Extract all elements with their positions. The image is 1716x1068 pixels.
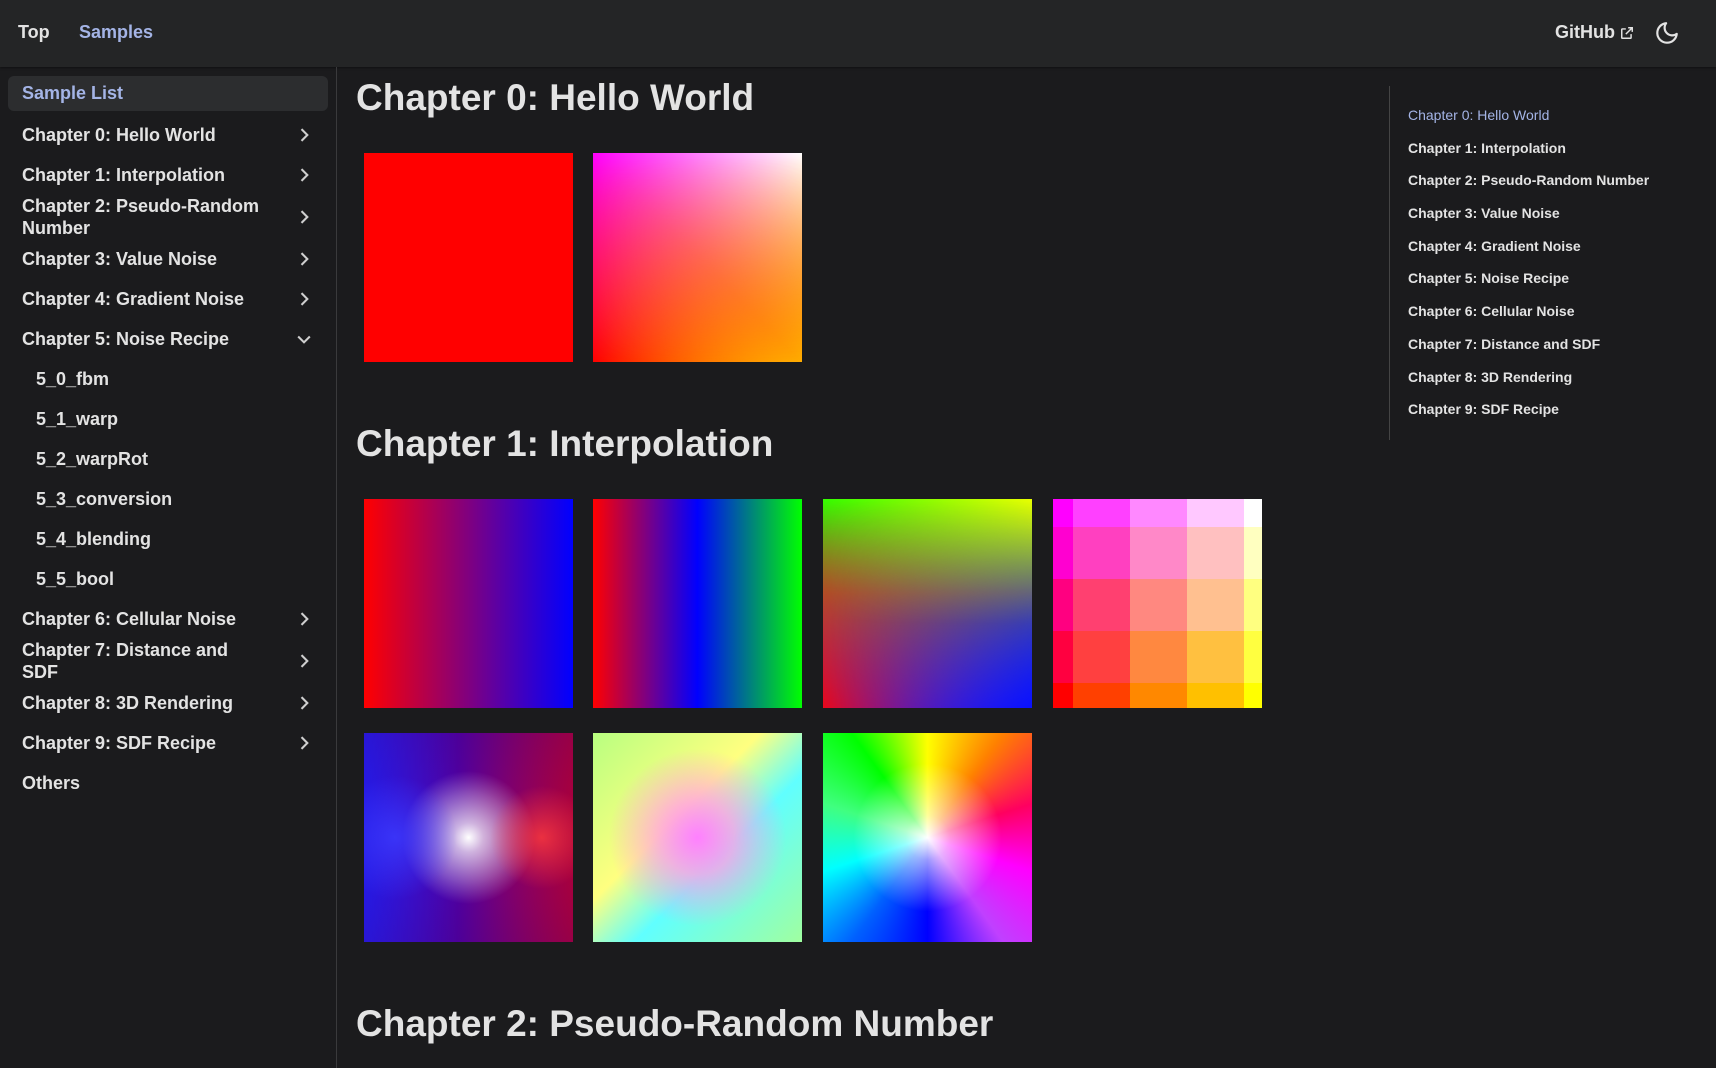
- sidebar-item-chapter-4[interactable]: Chapter 4: Gradient Noise: [8, 279, 328, 319]
- sidebar-item-label: Chapter 3: Value Noise: [22, 249, 218, 269]
- sidebar-subitem-5-4[interactable]: 5_4_blending: [8, 519, 328, 559]
- tile-overlay: [823, 499, 1032, 708]
- toc-item-chapter-7[interactable]: Chapter 7: Distance and SDF: [1408, 335, 1709, 368]
- sidebar-item-chapter-5[interactable]: Chapter 5: Noise Recipe: [8, 319, 328, 359]
- sidebar-item-label: Chapter 7: Distance and SDF: [22, 640, 229, 682]
- sample-tile-0-0[interactable]: [364, 153, 573, 362]
- sidebar-subitem-5-0[interactable]: 5_0_fbm: [8, 359, 328, 399]
- sidebar-item-label: Chapter 2: Pseudo-Random Number: [22, 196, 260, 238]
- sidebar-item-label: Chapter 5: Noise Recipe: [22, 329, 230, 349]
- sidebar-subitem-label: 5_0_fbm: [36, 369, 110, 389]
- chevron-right-icon[interactable]: [294, 693, 314, 713]
- sidebar-item-sample-list[interactable]: Sample List: [8, 76, 328, 111]
- sidebar-item-chapter-3[interactable]: Chapter 3: Value Noise: [8, 239, 328, 279]
- sidebar-subitem-5-5[interactable]: 5_5_bool: [8, 559, 328, 599]
- nav-link-github[interactable]: GitHub: [1555, 22, 1634, 43]
- sidebar-item-chapter-1[interactable]: Chapter 1: Interpolation: [8, 155, 328, 195]
- table-of-contents: Chapter 0: Hello World Chapter 1: Interp…: [1389, 86, 1709, 440]
- sidebar-item-chapter-2[interactable]: Chapter 2: Pseudo-Random Number: [8, 195, 328, 239]
- sidebar-item-label: Others: [22, 773, 81, 793]
- sidebar-subitem-label: 5_2_warpRot: [36, 449, 149, 469]
- chevron-right-icon[interactable]: [294, 207, 314, 227]
- main-content: Chapter 0: Hello World Chapter 1: Interp…: [356, 67, 1356, 1068]
- chevron-right-icon[interactable]: [294, 651, 314, 671]
- sidebar-item-others[interactable]: Others: [8, 763, 328, 803]
- tile-overlay: [364, 733, 573, 942]
- chevron-right-icon[interactable]: [294, 165, 314, 185]
- section-title-chapter-1: Chapter 1: Interpolation: [356, 423, 774, 464]
- chevron-down-icon[interactable]: [294, 329, 314, 349]
- github-label: GitHub: [1555, 22, 1615, 42]
- sidebar-subitem-label: 5_5_bool: [36, 569, 115, 589]
- toc-item-chapter-9[interactable]: Chapter 9: SDF Recipe: [1408, 400, 1709, 433]
- toc-item-chapter-1[interactable]: Chapter 1: Interpolation: [1408, 139, 1709, 172]
- toc-item-chapter-8[interactable]: Chapter 8: 3D Rendering: [1408, 368, 1709, 401]
- toc-item-chapter-0[interactable]: Chapter 0: Hello World: [1408, 106, 1709, 139]
- sidebar-item-label: Chapter 4: Gradient Noise: [22, 289, 245, 309]
- sidebar-item-chapter-9[interactable]: Chapter 9: SDF Recipe: [8, 723, 328, 763]
- sidebar-subitem-5-3[interactable]: 5_3_conversion: [8, 479, 328, 519]
- nav-link-top[interactable]: Top: [18, 22, 50, 43]
- toc-item-chapter-3[interactable]: Chapter 3: Value Noise: [1408, 204, 1709, 237]
- chevron-right-icon[interactable]: [294, 249, 314, 269]
- sidebar-item-label: Chapter 8: 3D Rendering: [22, 693, 234, 713]
- top-navbar: Top Samples GitHub: [0, 0, 1716, 67]
- sidebar-subitem-label: 5_3_conversion: [36, 489, 173, 509]
- toc-item-chapter-4[interactable]: Chapter 4: Gradient Noise: [1408, 237, 1709, 270]
- sample-tile-1-2[interactable]: [823, 499, 1032, 708]
- sidebar-subitem-5-2[interactable]: 5_2_warpRot: [8, 439, 328, 479]
- sample-tile-1-5[interactable]: [593, 733, 802, 942]
- sidebar-item-chapter-7[interactable]: Chapter 7: Distance and SDF: [8, 639, 328, 683]
- sidebar: Sample List Chapter 0: Hello World Chapt…: [0, 67, 337, 1068]
- sample-tile-1-6[interactable]: [823, 733, 1032, 942]
- sidebar-item-label: Chapter 1: Interpolation: [22, 165, 226, 185]
- chevron-right-icon[interactable]: [294, 609, 314, 629]
- sample-tile-1-4[interactable]: [364, 733, 573, 942]
- sidebar-item-label: Chapter 6: Cellular Noise: [22, 609, 237, 629]
- sidebar-item-chapter-8[interactable]: Chapter 8: 3D Rendering: [8, 683, 328, 723]
- toc-item-chapter-6[interactable]: Chapter 6: Cellular Noise: [1408, 302, 1709, 335]
- sample-tile-1-0[interactable]: [364, 499, 573, 708]
- section-title-chapter-2: Chapter 2: Pseudo-Random Number: [356, 1003, 994, 1044]
- sidebar-item-chapter-6[interactable]: Chapter 6: Cellular Noise: [8, 599, 328, 639]
- sidebar-subitem-label: 5_4_blending: [36, 529, 152, 549]
- chevron-right-icon[interactable]: [294, 125, 314, 145]
- sidebar-item-label: Chapter 0: Hello World: [22, 125, 216, 145]
- toc-item-chapter-2[interactable]: Chapter 2: Pseudo-Random Number: [1408, 171, 1709, 204]
- nav-link-samples[interactable]: Samples: [79, 22, 153, 43]
- moon-icon[interactable]: [1654, 20, 1680, 46]
- external-link-icon: [1621, 26, 1633, 39]
- sample-tile-0-1-yellow: [593, 153, 802, 362]
- chevron-right-icon[interactable]: [294, 733, 314, 753]
- sample-tile-1-1[interactable]: [593, 499, 802, 708]
- sidebar-subitem-5-1[interactable]: 5_1_warp: [8, 399, 328, 439]
- section-title-chapter-0: Chapter 0: Hello World: [356, 77, 755, 118]
- chevron-right-icon[interactable]: [294, 289, 314, 309]
- sample-tile-1-3[interactable]: [1053, 499, 1262, 708]
- toc-item-chapter-5[interactable]: Chapter 5: Noise Recipe: [1408, 269, 1709, 302]
- sidebar-subitem-label: 5_1_warp: [36, 409, 119, 429]
- sidebar-item-chapter-0[interactable]: Chapter 0: Hello World: [8, 115, 328, 155]
- sidebar-item-label: Chapter 9: SDF Recipe: [22, 733, 217, 753]
